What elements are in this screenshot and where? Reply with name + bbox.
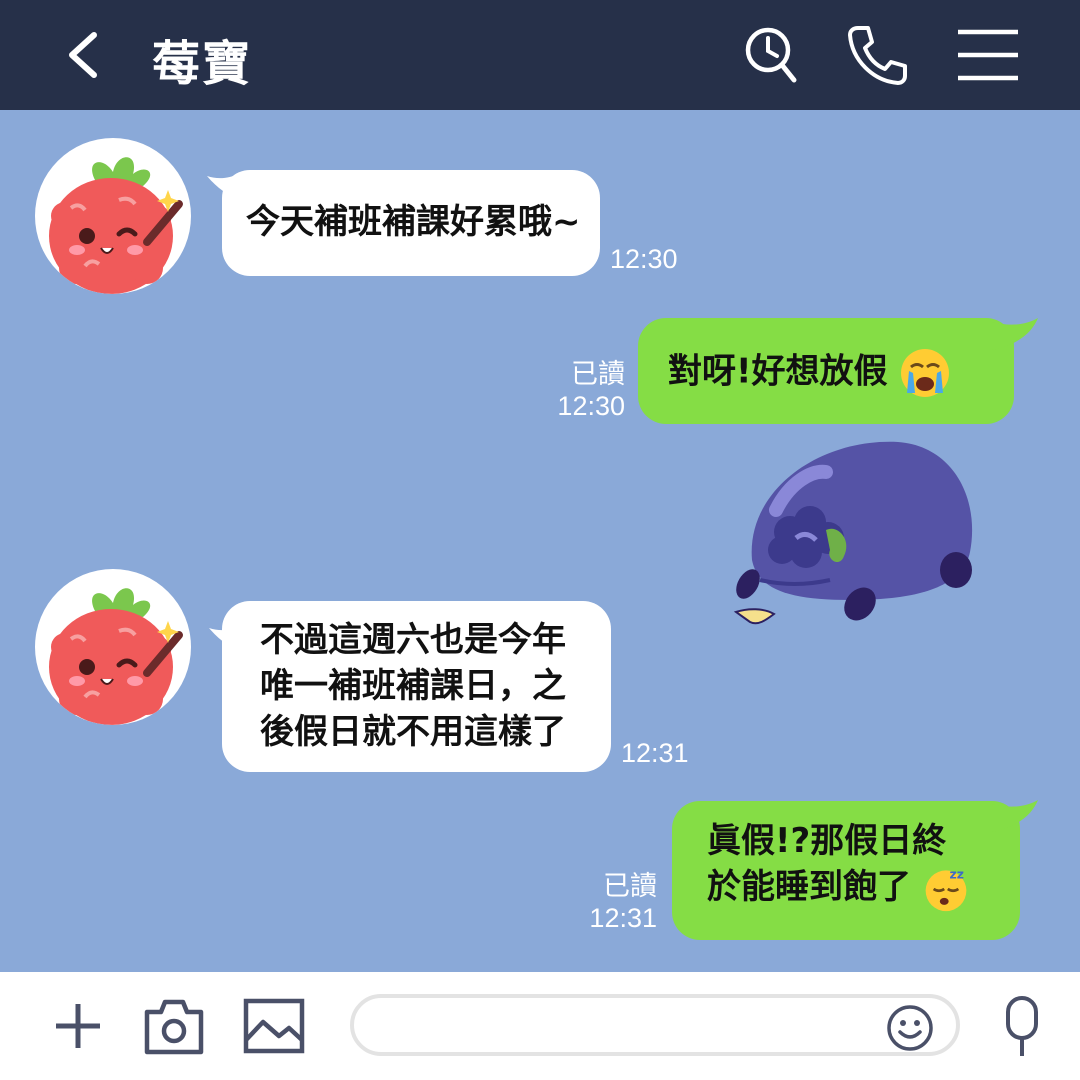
chat-header: 莓寶 [0, 0, 1080, 110]
camera-icon [144, 999, 204, 1055]
camera-button[interactable] [143, 996, 205, 1056]
timeline-search-button[interactable] [740, 22, 806, 88]
blueberry-sticker[interactable] [730, 440, 990, 650]
voice-button[interactable] [1002, 994, 1042, 1060]
composer-bar [0, 972, 1080, 1080]
raspberry-avatar-image [49, 157, 183, 294]
message-time: 12:31 [621, 738, 689, 768]
chat-title: 莓寶 [152, 36, 253, 92]
message-time: 12:30 [610, 244, 678, 274]
menu-button[interactable] [954, 22, 1022, 88]
message-bubble-incoming[interactable]: 不過這週六也是今年 唯一補班補課日，之 後假日就不用這樣了 [222, 601, 611, 772]
message-meta: 已讀 12:31 [577, 870, 657, 934]
phone-icon [848, 26, 907, 85]
message-text-line: 唯一補班補課日，之 [260, 666, 566, 706]
back-button[interactable] [60, 25, 110, 85]
image-icon [243, 998, 305, 1054]
message-meta: 已讀 12:30 [545, 358, 625, 422]
message-bubble-outgoing[interactable]: 眞假!?那假日終 於能睡到飽了 zz [672, 801, 1020, 940]
bubble-tail [992, 800, 1038, 832]
message-input[interactable] [350, 994, 960, 1056]
raspberry-avatar[interactable] [35, 138, 191, 294]
plus-icon [56, 1004, 100, 1048]
emoji-icon [887, 1005, 933, 1051]
gallery-button[interactable] [243, 998, 305, 1054]
raspberry-avatar[interactable] [35, 569, 191, 725]
microphone-icon [1006, 996, 1038, 1056]
chat-area[interactable]: 今天補班補課好累哦~ 12:30 已讀 12:30 對呀!好想放假 不過這週六也… [0, 110, 1080, 972]
read-receipt: 已讀 [603, 871, 657, 901]
message-text-line: 後假日就不用這樣了 [260, 712, 566, 752]
message-text-line: 不過這週六也是今年 [260, 620, 566, 660]
bubble-tail [992, 318, 1038, 350]
svg-text:zz: zz [949, 867, 963, 881]
call-button[interactable] [844, 22, 910, 88]
message-bubble-outgoing[interactable]: 對呀!好想放假 [638, 318, 1014, 424]
timeline-search-icon [745, 27, 797, 83]
raspberry-avatar-image [49, 588, 183, 725]
message-text-line: 於能睡到飽了 [707, 867, 911, 907]
message-text: 對呀!好想放假 [668, 351, 888, 392]
crying-face-emoji [901, 349, 950, 397]
message-bubble-incoming[interactable]: 今天補班補課好累哦~ [222, 170, 600, 276]
sleeping-face-emoji: zz [925, 867, 967, 911]
emoji-button[interactable] [886, 1004, 934, 1052]
read-receipt: 已讀 [571, 359, 625, 389]
message-time: 12:31 [589, 903, 657, 933]
add-button[interactable] [52, 1000, 104, 1052]
message-text-line: 眞假!?那假日終 [707, 821, 947, 861]
message-text: 今天補班補課好累哦~ [246, 202, 581, 242]
back-icon [69, 32, 97, 78]
menu-icon [958, 29, 1018, 81]
message-time: 12:30 [557, 391, 625, 421]
blueberry-lying-sticker [733, 441, 973, 625]
message-text-line-with-emoji: 於能睡到飽了 zz [707, 864, 1020, 912]
